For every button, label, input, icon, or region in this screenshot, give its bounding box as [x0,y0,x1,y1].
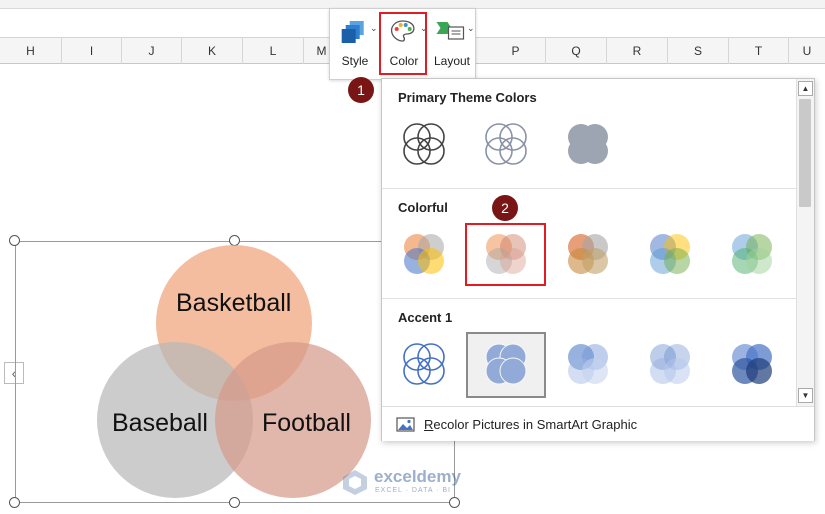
swatch-accent1-gradient-range[interactable] [548,332,628,398]
chevron-down-icon: ⌄ [467,23,475,33]
exceldemy-logo-icon [343,470,367,495]
recolor-pictures-label: Recolor Pictures in SmartArt Graphic [424,417,637,432]
venn-label-basketball[interactable]: Basketball [176,289,291,318]
column-header-h[interactable]: H [0,38,62,64]
quick-style-icon [341,21,364,43]
swatch-accent1-outline[interactable] [384,332,464,398]
scroll-thumb[interactable] [799,99,811,207]
layout-button[interactable]: ⌄ Layout [428,9,476,79]
swatch-colorful-range-4-5[interactable] [630,222,710,288]
column-header-t[interactable]: T [729,38,789,64]
venn-label-baseball[interactable]: Baseball [112,409,208,438]
column-header-k[interactable]: K [182,38,243,64]
swatch-accent1-colored-fill[interactable] [466,332,546,398]
swatch-colorful-range-5-6[interactable] [712,222,792,288]
recolor-picture-icon [396,417,415,432]
swatch-accent1-transparent-range[interactable] [630,332,710,398]
section-title-accent-1: Accent 1 [398,310,453,325]
column-header-p[interactable]: P [486,38,546,64]
column-header-u[interactable]: U [789,38,825,64]
column-header-j[interactable]: J [122,38,182,64]
section-divider [382,188,796,189]
step-badge-2: 2 [492,195,518,221]
watermark-tagline: EXCEL · DATA · BI [375,487,451,494]
column-header-q[interactable]: Q [546,38,607,64]
recolor-label-rest: ecolor Pictures in SmartArt Graphic [433,417,638,432]
recolor-pictures-item[interactable]: Recolor Pictures in SmartArt Graphic [382,406,814,441]
swatch-colorful-range-3-4[interactable] [548,222,628,288]
resize-handle-bottom-left[interactable] [9,497,20,508]
venn-diagram [97,245,371,498]
selected-swatch-highlight [465,223,546,286]
section-divider [382,298,796,299]
step-badge-1: 1 [348,77,374,103]
resize-handle-top-left[interactable] [9,235,20,246]
watermark-name: exceldemy [374,467,461,486]
section-title-primary: Primary Theme Colors [398,90,537,105]
gallery-scrollbar[interactable]: ▲ ▼ [796,79,814,406]
layout-button-label: Layout [433,54,471,68]
swatch-primary-outline-dark[interactable] [384,112,464,178]
swatch-colorful-accent-1[interactable] [384,222,464,288]
swatch-primary-filled-gray[interactable] [548,112,628,178]
style-button[interactable]: ⌄ Style [330,9,380,79]
resize-handle-bottom-right[interactable] [449,497,460,508]
recolor-accelerator: R [424,417,434,432]
column-header-l[interactable]: L [243,38,304,64]
change-colors-gallery: Primary Theme Colors Colorful Accent 1 ▲… [381,78,815,441]
layout-icon [436,22,465,40]
swatch-primary-outline-gray[interactable] [466,112,546,178]
scroll-up-arrow-icon[interactable]: ▲ [798,81,813,96]
column-header-i[interactable]: I [62,38,122,64]
style-button-label: Style [341,54,369,68]
color-button-highlight [379,12,427,75]
scroll-down-arrow-icon[interactable]: ▼ [798,388,813,403]
venn-label-football[interactable]: Football [262,409,351,438]
chevron-down-icon: ⌄ [370,23,378,33]
watermark-logo: exceldemy EXCEL · DATA · BI [341,467,461,501]
column-header-r[interactable]: R [607,38,668,64]
column-header-s[interactable]: S [668,38,729,64]
swatch-accent1-shades[interactable] [712,332,792,398]
section-title-colorful: Colorful [398,200,448,215]
